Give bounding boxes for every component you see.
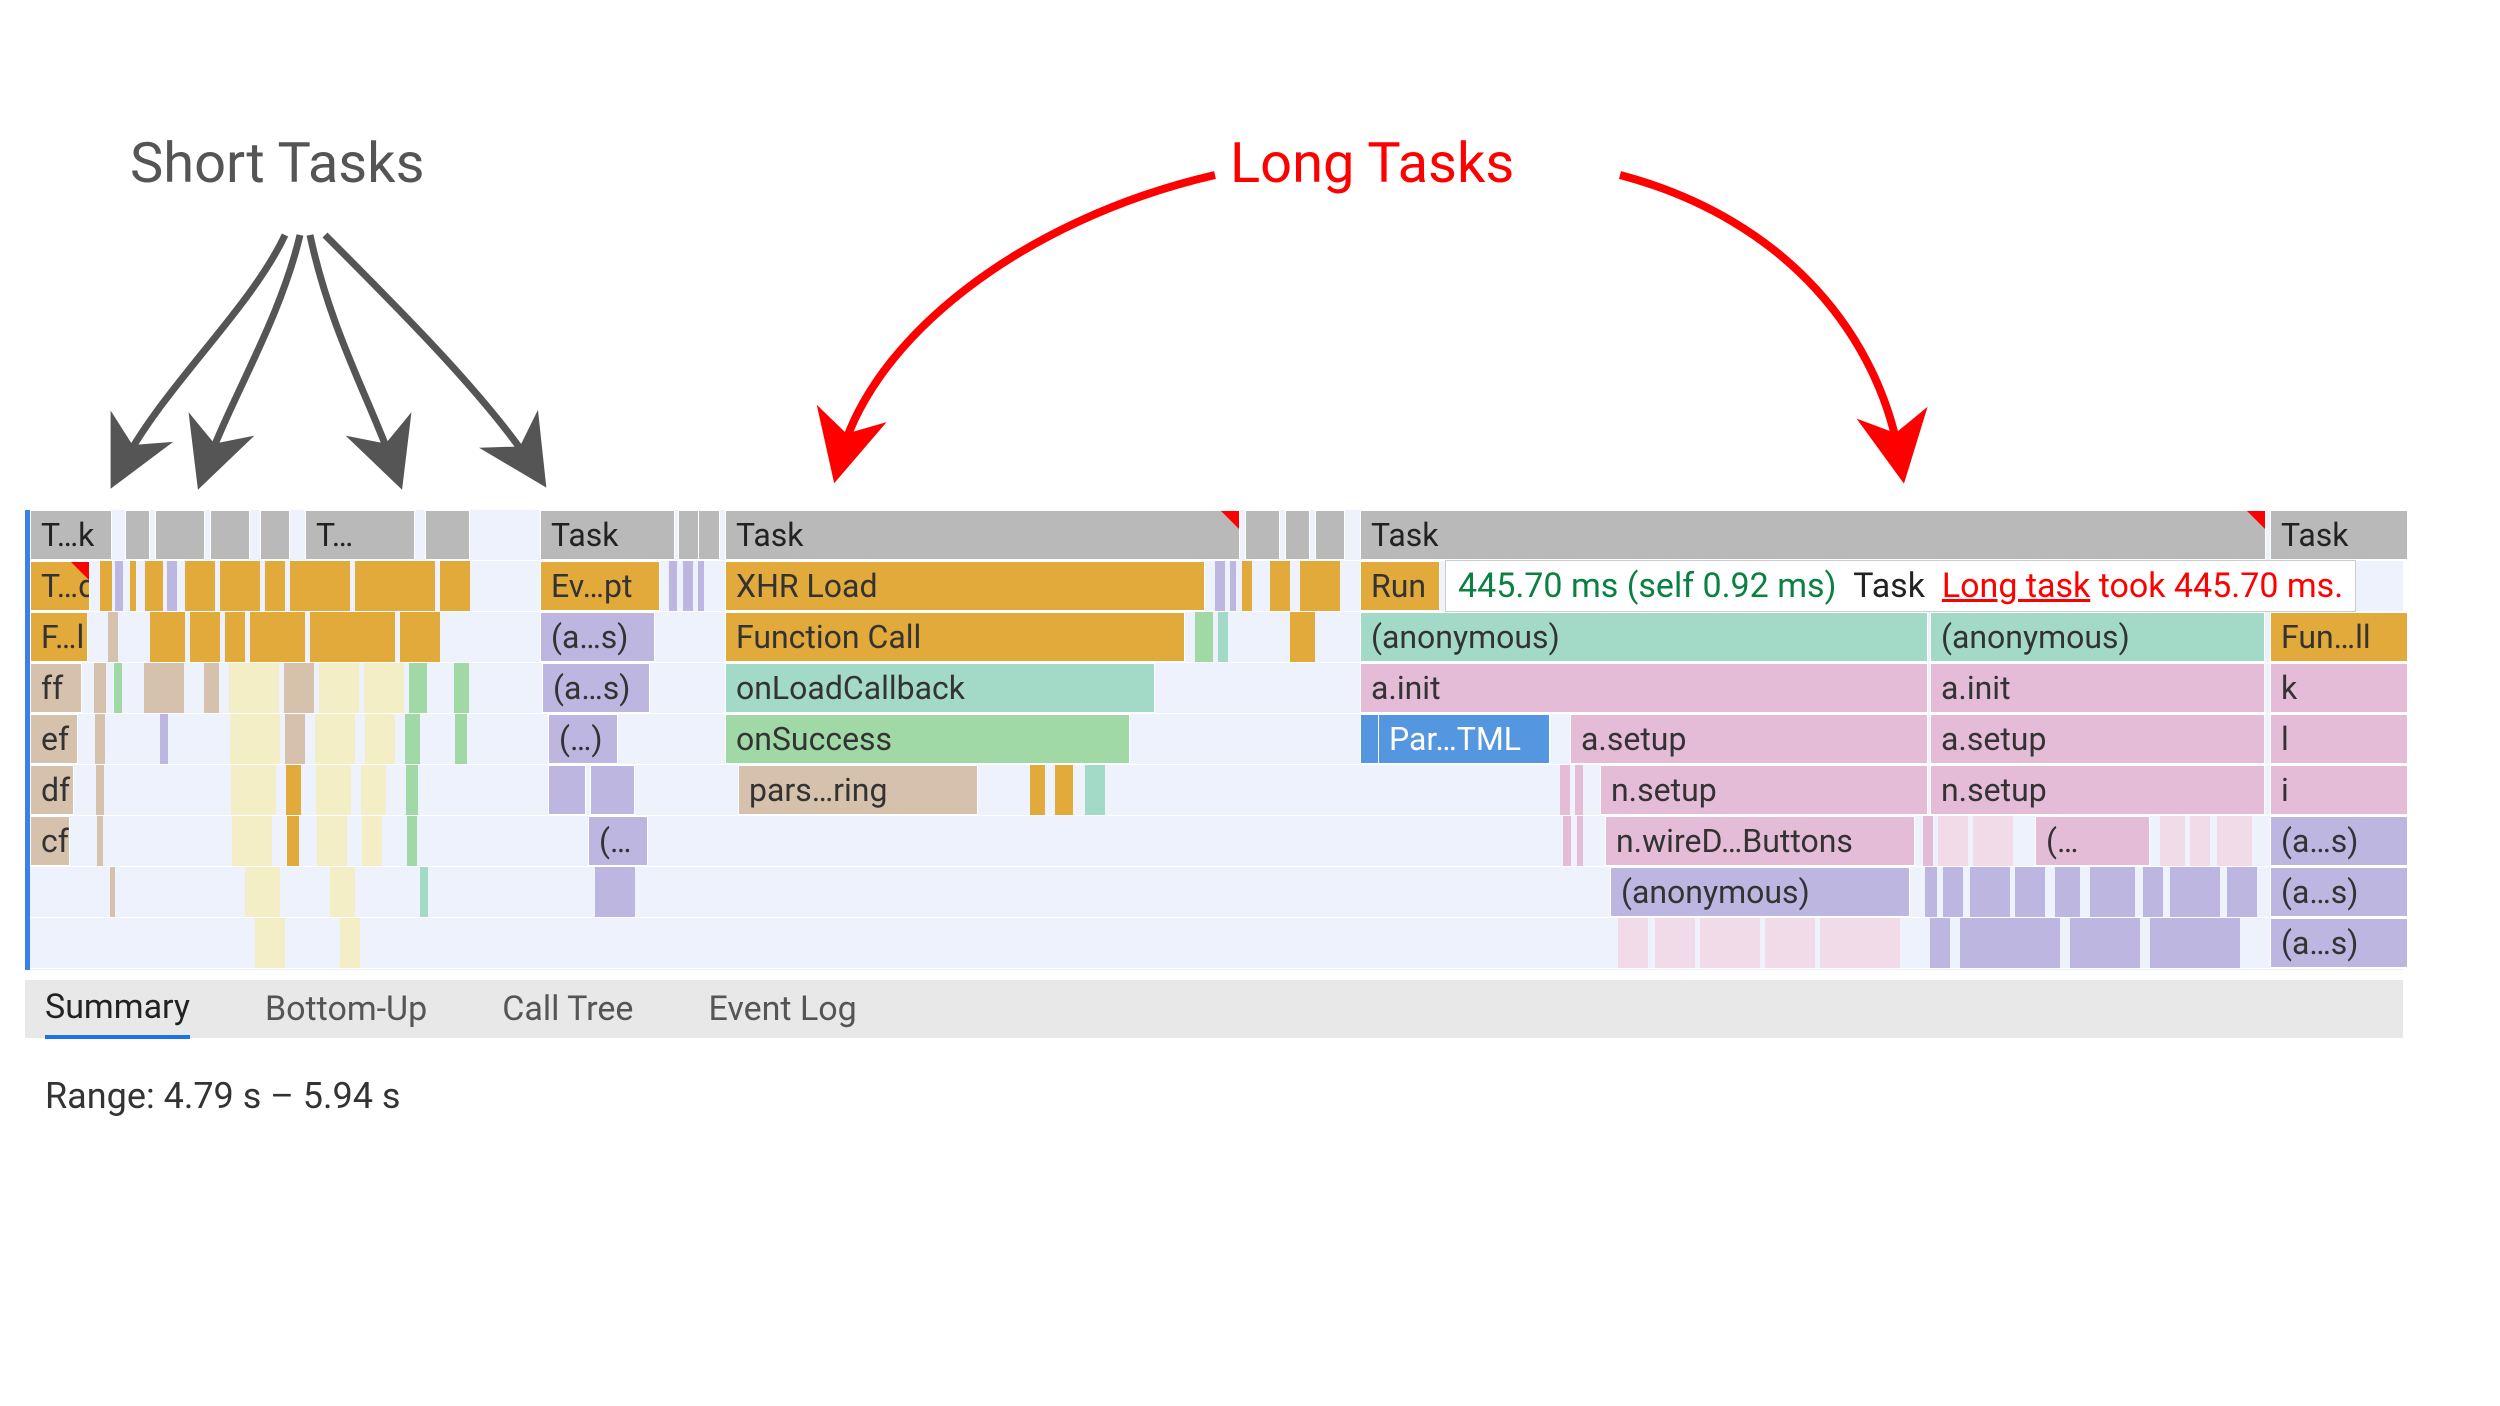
- flame-row: (anonymous) (a…s): [30, 867, 2403, 918]
- task-cell[interactable]: T…k: [30, 510, 112, 560]
- flame-row: ef (…) onSuccess Par…TML a.setup a.setup…: [30, 714, 2403, 765]
- flame-cell[interactable]: n.setup: [1930, 765, 2265, 815]
- details-tabs: Summary Bottom-Up Call Tree Event Log: [25, 980, 2403, 1038]
- flame-cell[interactable]: XHR Load: [725, 561, 1205, 611]
- flame-cell[interactable]: (a…s): [2270, 816, 2408, 866]
- tab-call-tree[interactable]: Call Tree: [502, 981, 633, 1037]
- flame-cell[interactable]: (…: [2035, 816, 2150, 866]
- flame-cell[interactable]: [590, 765, 635, 815]
- flame-cell[interactable]: n.wireD…Buttons: [1605, 816, 1915, 866]
- tab-summary[interactable]: Summary: [45, 979, 190, 1039]
- flame-cell[interactable]: a.setup: [1570, 714, 1928, 764]
- flame-cell[interactable]: pars…ring: [738, 765, 978, 815]
- flame-cell[interactable]: Function Call: [725, 612, 1185, 662]
- flame-cell[interactable]: df: [30, 765, 74, 815]
- task-cell[interactable]: [1245, 510, 1280, 560]
- range-text: Range: 4.79 s – 5.94 s: [45, 1075, 400, 1117]
- task-tooltip: 445.70 ms (self 0.92 ms) Task Long task …: [1445, 560, 2356, 612]
- flame-cell[interactable]: (…): [548, 714, 618, 764]
- flame-cell[interactable]: Ev…pt: [540, 561, 660, 611]
- flame-row: T…k T… Task Task Task Task: [30, 510, 2403, 561]
- task-cell[interactable]: [1315, 510, 1345, 560]
- flame-cell[interactable]: (…: [588, 816, 648, 866]
- flame-cell[interactable]: (anonymous): [1360, 612, 1928, 662]
- flame-cell[interactable]: Fun…ll: [2270, 612, 2408, 662]
- flame-row: (a…s): [30, 918, 2403, 969]
- flame-cell[interactable]: k: [2270, 663, 2408, 713]
- tooltip-time: 445.70 ms (self 0.92 ms): [1458, 566, 1836, 606]
- tab-event-log[interactable]: Event Log: [708, 981, 856, 1037]
- flame-cell[interactable]: (anonymous): [1610, 867, 1910, 917]
- flame-cell[interactable]: [548, 765, 586, 815]
- flame-cell[interactable]: T…d: [30, 561, 90, 611]
- flame-cell[interactable]: (a…s): [540, 612, 655, 662]
- flame-cell[interactable]: ff: [30, 663, 82, 713]
- flame-cell[interactable]: cf: [30, 816, 70, 866]
- flame-cell[interactable]: a.init: [1360, 663, 1928, 713]
- task-cell[interactable]: [698, 510, 720, 560]
- flame-cell[interactable]: a.setup: [1930, 714, 2265, 764]
- long-task-indicator-icon: [1221, 511, 1239, 529]
- task-cell[interactable]: Task: [725, 510, 1240, 560]
- flame-row: df pars…ring n.setup n.setup i: [30, 765, 2403, 816]
- long-tasks-label: Long Tasks: [1230, 130, 1514, 196]
- flame-cell[interactable]: n.setup: [1600, 765, 1928, 815]
- task-cell[interactable]: [678, 510, 700, 560]
- task-cell[interactable]: [125, 510, 150, 560]
- flame-cell[interactable]: (a…s): [542, 663, 650, 713]
- task-cell[interactable]: [210, 510, 250, 560]
- flame-cell[interactable]: (anonymous): [1930, 612, 2265, 662]
- tooltip-took: took 445.70 ms.: [2099, 566, 2344, 606]
- flame-row: ff (a…s) onLoadCallback a.init a.init k: [30, 663, 2403, 714]
- flame-cell[interactable]: i: [2270, 765, 2408, 815]
- task-cell[interactable]: [425, 510, 470, 560]
- flame-cell[interactable]: onSuccess: [725, 714, 1130, 764]
- task-cell[interactable]: T…: [305, 510, 415, 560]
- task-cell[interactable]: Task: [1360, 510, 2266, 560]
- flame-cell[interactable]: onLoadCallback: [725, 663, 1155, 713]
- task-cell[interactable]: Task: [2270, 510, 2408, 560]
- flame-cell[interactable]: l: [2270, 714, 2408, 764]
- long-task-indicator-icon: [2247, 511, 2265, 529]
- flame-cell[interactable]: Par…TML: [1378, 714, 1550, 764]
- flame-cell[interactable]: Run: [1360, 561, 1440, 611]
- flame-cell[interactable]: F…l: [30, 612, 88, 662]
- short-tasks-label: Short Tasks: [130, 130, 424, 196]
- flame-cell[interactable]: ef: [30, 714, 78, 764]
- flame-row: cf (… n.wireD…Buttons (… (a…s): [30, 816, 2403, 867]
- task-cell[interactable]: [260, 510, 290, 560]
- long-task-indicator-icon: [71, 562, 89, 580]
- task-cell[interactable]: [155, 510, 205, 560]
- tooltip-long-task-link[interactable]: Long task: [1942, 566, 2090, 606]
- task-cell[interactable]: Task: [540, 510, 675, 560]
- flame-cell[interactable]: a.init: [1930, 663, 2265, 713]
- flame-row: F…l (a…s) Function Call (anonymous) (ano…: [30, 612, 2403, 663]
- tooltip-task: Task: [1853, 566, 1925, 606]
- tab-bottom-up[interactable]: Bottom-Up: [265, 981, 427, 1037]
- task-cell[interactable]: [1285, 510, 1310, 560]
- flame-cell[interactable]: (a…s): [2270, 918, 2408, 968]
- flame-cell[interactable]: (a…s): [2270, 867, 2408, 917]
